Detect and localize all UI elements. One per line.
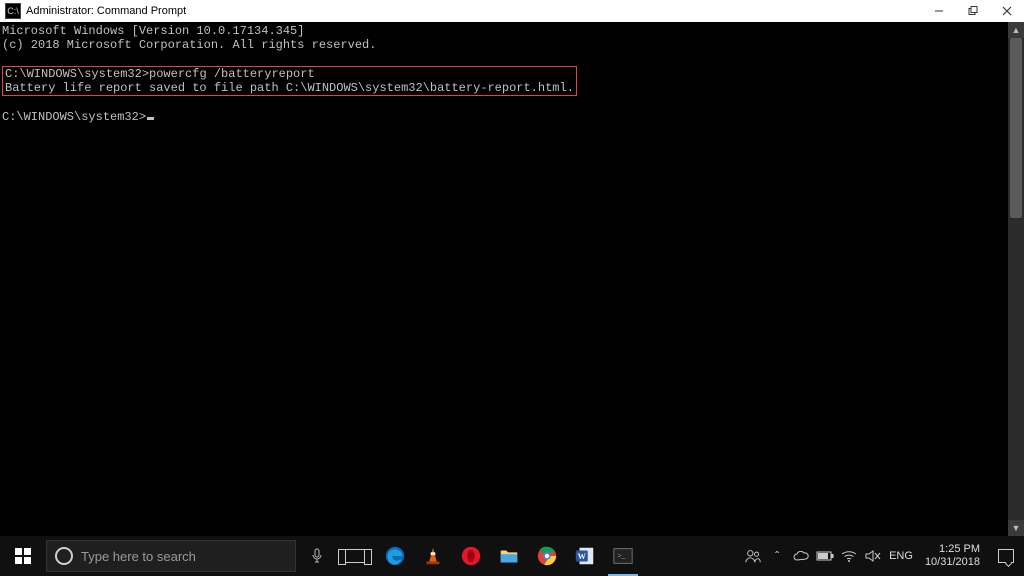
command-prompt-window: C:\ Administrator: Command Prompt Micros… bbox=[0, 0, 1024, 536]
titlebar[interactable]: C:\ Administrator: Command Prompt bbox=[0, 0, 1024, 22]
console-area[interactable]: Microsoft Windows [Version 10.0.17134.34… bbox=[0, 22, 1024, 536]
chrome-icon bbox=[536, 545, 558, 567]
language-indicator[interactable]: ENG bbox=[885, 550, 917, 562]
console-line: (c) 2018 Microsoft Corporation. All righ… bbox=[2, 38, 376, 52]
people-icon bbox=[744, 547, 762, 565]
tray-battery[interactable] bbox=[813, 536, 837, 576]
svg-text:W: W bbox=[578, 552, 587, 561]
start-button[interactable] bbox=[0, 536, 46, 576]
svg-text:>_: >_ bbox=[618, 551, 626, 560]
prompt-command: powercfg /batteryreport bbox=[149, 67, 315, 81]
chevron-up-icon: ˆ bbox=[775, 549, 779, 563]
scroll-down-button[interactable]: ▼ bbox=[1008, 520, 1024, 536]
taskbar-app-cmd[interactable]: >_ bbox=[604, 536, 642, 576]
people-button[interactable] bbox=[741, 536, 765, 576]
cmd-icon: C:\ bbox=[5, 3, 21, 19]
cortana-icon bbox=[55, 547, 73, 565]
action-center-button[interactable] bbox=[988, 536, 1024, 576]
cloud-icon bbox=[793, 551, 809, 561]
task-view-icon bbox=[345, 549, 365, 563]
system-tray: ˆ ENG 1:25 PM 10/31/2018 bbox=[741, 536, 1024, 576]
close-button[interactable] bbox=[990, 0, 1024, 22]
notification-icon bbox=[998, 549, 1014, 563]
tray-onedrive[interactable] bbox=[789, 536, 813, 576]
taskbar-app-file-explorer[interactable] bbox=[490, 536, 528, 576]
edge-icon bbox=[384, 545, 406, 567]
taskbar-app-edge[interactable] bbox=[376, 536, 414, 576]
taskbar-app-chrome[interactable] bbox=[528, 536, 566, 576]
taskbar: Type here to search W >_ bbox=[0, 536, 1024, 576]
prompt-path: C:\WINDOWS\system32> bbox=[2, 110, 146, 124]
taskbar-app-word[interactable]: W bbox=[566, 536, 604, 576]
command-result: Battery life report saved to file path C… bbox=[5, 81, 574, 95]
windows-icon bbox=[15, 548, 31, 564]
command-highlight: C:\WINDOWS\system32>powercfg /batteryrep… bbox=[2, 66, 577, 96]
minimize-button[interactable] bbox=[922, 0, 956, 22]
scroll-up-button[interactable]: ▲ bbox=[1008, 22, 1024, 38]
opera-icon bbox=[460, 545, 482, 567]
mic-button[interactable] bbox=[300, 536, 334, 576]
taskbar-app-opera[interactable] bbox=[452, 536, 490, 576]
taskbar-app-vlc[interactable] bbox=[414, 536, 452, 576]
scrollbar[interactable]: ▲ ▼ bbox=[1008, 22, 1024, 536]
maximize-button[interactable] bbox=[956, 0, 990, 22]
cmd-taskbar-icon: >_ bbox=[612, 545, 634, 567]
console-output: Microsoft Windows [Version 10.0.17134.34… bbox=[2, 24, 1008, 124]
wifi-icon bbox=[841, 550, 857, 562]
mic-icon bbox=[311, 548, 323, 564]
battery-icon bbox=[816, 551, 834, 561]
tray-wifi[interactable] bbox=[837, 536, 861, 576]
task-view-button[interactable] bbox=[334, 536, 376, 576]
tray-volume[interactable] bbox=[861, 536, 885, 576]
volume-mute-icon bbox=[865, 549, 881, 563]
prompt-path: C:\WINDOWS\system32> bbox=[5, 67, 149, 81]
scroll-thumb[interactable] bbox=[1010, 38, 1022, 218]
folder-icon bbox=[498, 545, 520, 567]
clock-date: 10/31/2018 bbox=[925, 556, 980, 569]
search-box[interactable]: Type here to search bbox=[46, 540, 296, 572]
search-placeholder: Type here to search bbox=[81, 549, 196, 564]
tray-overflow-button[interactable]: ˆ bbox=[765, 536, 789, 576]
window-title: Administrator: Command Prompt bbox=[26, 5, 186, 17]
vlc-icon bbox=[422, 545, 444, 567]
clock-time: 1:25 PM bbox=[925, 543, 980, 556]
console-line: Microsoft Windows [Version 10.0.17134.34… bbox=[2, 24, 304, 38]
word-icon: W bbox=[574, 545, 596, 567]
cursor bbox=[147, 117, 154, 120]
clock[interactable]: 1:25 PM 10/31/2018 bbox=[917, 543, 988, 569]
